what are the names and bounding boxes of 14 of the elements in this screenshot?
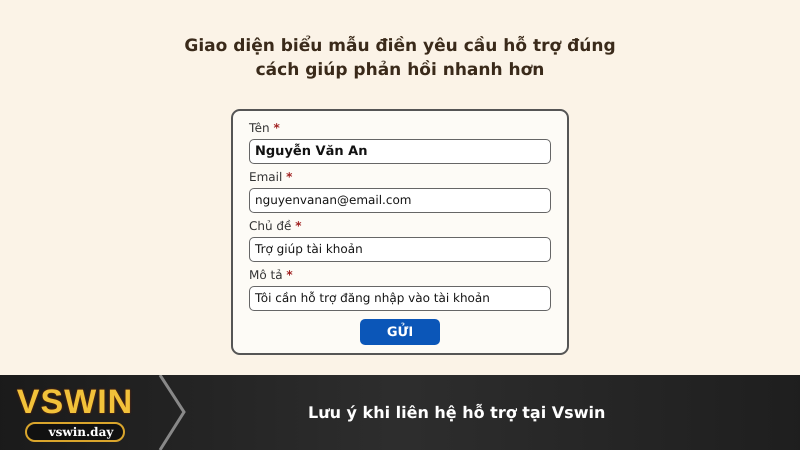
input-field[interactable]: nguyenvanan@email.com: [249, 188, 551, 213]
input-field[interactable]: Tôi cần hỗ trợ đăng nhập vào tài khoản: [249, 286, 551, 311]
domain-badge: vswin.day: [24, 422, 126, 442]
heading: Giao diện biểu mẫu điền yêu cầu hỗ trợ đúng cách giúp phản hồi nhanh hơn: [183, 34, 617, 82]
logo-text: VSWIN: [16, 384, 134, 420]
field-label: Chủ đề *: [249, 219, 302, 233]
input-field[interactable]: Nguyễn Văn An: [249, 139, 551, 164]
input-field[interactable]: Trợ giúp tài khoản: [249, 237, 551, 262]
field-label: Tên *: [249, 121, 281, 135]
send-button[interactable]: GỬI: [360, 319, 440, 345]
banner-title: Lưu ý khi liên hệ hỗ trợ tại Vswin: [308, 403, 606, 422]
chevron-icon: [158, 375, 188, 450]
field-label: Mô tả *: [249, 268, 294, 282]
field-label: Email *: [249, 170, 294, 184]
